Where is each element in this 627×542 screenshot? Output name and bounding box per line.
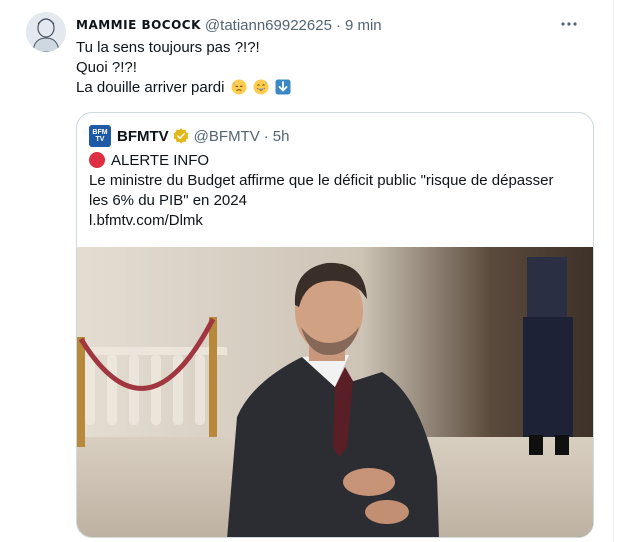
quoted-line: Le ministre du Budget affirme que le déf… — [89, 172, 554, 189]
tweet-line: Quoi ?!?! — [76, 59, 137, 76]
quoted-display-name[interactable]: BFMTV — [117, 128, 169, 145]
bfmtv-avatar[interactable]: BFM TV — [89, 125, 111, 147]
quoted-tweet[interactable]: BFM TV BFMTV @BFMTV · 5h ALERTE INFO Le … — [76, 112, 594, 538]
tweet-text: Tu la sens toujours pas ?!?! Quoi ?!?! L… — [76, 38, 596, 98]
quoted-tweet-photo[interactable] — [77, 247, 593, 537]
display-name[interactable]: MAMMIE BOCOCK — [76, 18, 201, 32]
alert-label: ALERTE INFO — [111, 152, 210, 169]
red-circle-icon — [89, 152, 105, 168]
verified-badge-icon — [173, 128, 189, 144]
avatar-logo-text: TV — [95, 136, 105, 143]
tweet[interactable]: MAMMIE BOCOCK @tatiann69922625 · 9 min T… — [0, 0, 614, 542]
downcast-sweat-face-icon — [231, 79, 247, 95]
down-arrow-icon — [275, 79, 291, 95]
grinning-sweat-face-icon — [253, 79, 269, 95]
avatar[interactable] — [26, 12, 66, 52]
quoted-link[interactable]: l.bfmtv.com/Dlmk — [89, 211, 585, 231]
quoted-tweet-header: BFM TV BFMTV @BFMTV · 5h — [89, 125, 289, 147]
avatar-logo-text: BFM — [92, 129, 108, 136]
more-options-button[interactable] — [559, 14, 579, 34]
tweet-line: La douille arriver pardi — [76, 79, 225, 96]
news-photo — [77, 247, 593, 537]
quoted-handle[interactable]: @BFMTV — [194, 128, 260, 145]
avatar-image — [26, 12, 66, 52]
quoted-timestamp[interactable]: 5h — [273, 128, 290, 145]
header-separator: · — [335, 16, 341, 34]
tweet-header: MAMMIE BOCOCK @tatiann69922625 · 9 min — [76, 14, 583, 36]
quoted-tweet-text: ALERTE INFO Le ministre du Budget affirm… — [89, 151, 585, 231]
quoted-separator: · — [263, 127, 269, 145]
user-handle[interactable]: @tatiann69922625 — [205, 17, 332, 34]
tweet-line-with-emojis: La douille arriver pardi — [76, 78, 596, 98]
tweet-timestamp[interactable]: 9 min — [345, 17, 382, 34]
tweet-line: Tu la sens toujours pas ?!?! — [76, 39, 260, 56]
alert-line: ALERTE INFO — [89, 151, 585, 171]
more-dots-icon — [561, 22, 577, 26]
quoted-line: les 6% du PIB" en 2024 — [89, 192, 247, 209]
